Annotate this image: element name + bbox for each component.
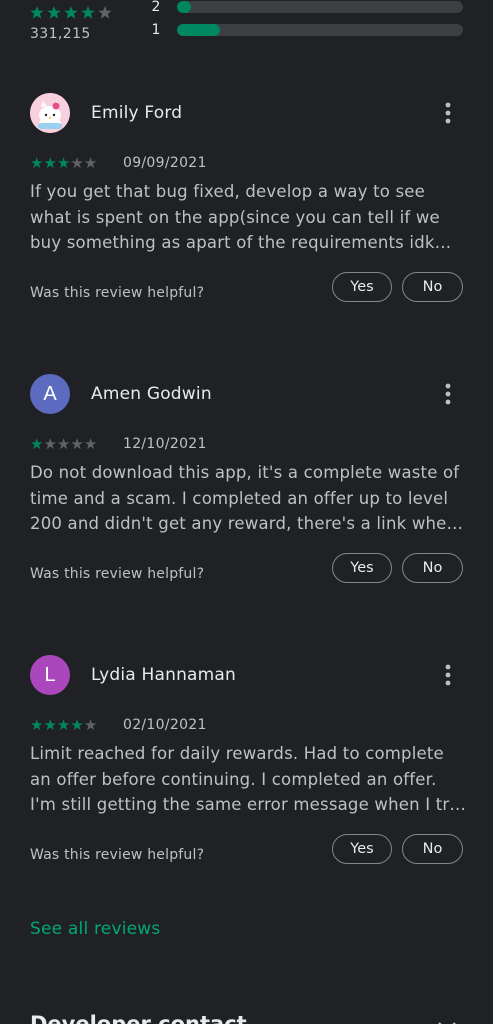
chevron-down-icon	[437, 1018, 457, 1024]
star-filled-icon: ★	[56, 716, 71, 734]
avatar: A	[30, 374, 70, 414]
star-empty-icon: ★	[70, 154, 84, 172]
star-empty-icon: ★	[43, 435, 57, 453]
helpful-prompt: Was this review helpful?	[30, 566, 205, 582]
developer-contact-title: Developer contact	[30, 1012, 247, 1024]
star-filled-icon: ★	[43, 716, 57, 734]
review-date: 12/10/2021	[123, 436, 207, 452]
avatar-letter: L	[44, 663, 56, 686]
review-text[interactable]: Do not download this app, it's a complet…	[30, 460, 467, 537]
developer-contact-section[interactable]: Developer contact	[0, 1000, 493, 1024]
rating-bar-fill	[177, 1, 192, 13]
review-card: A Amen Godwin ★★★★★ 12/10/2021 Do not do…	[0, 374, 493, 624]
rating-bar-2: 2	[150, 0, 465, 15]
rating-bar-label: 2	[151, 0, 161, 15]
helpful-yes-button[interactable]: Yes	[332, 553, 392, 583]
average-rating-stars	[30, 5, 112, 25]
star-empty-icon: ★	[83, 435, 98, 453]
reviewer-name: Emily Ford	[91, 103, 183, 123]
review-card: Emily Ford ★★★★★ 09/09/2021 If you get t…	[0, 93, 493, 343]
star-filled-icon: ★	[30, 154, 44, 172]
rating-bar-1: 1	[150, 22, 465, 38]
rating-bar-track	[177, 24, 463, 36]
star-empty-icon: ★	[83, 154, 98, 172]
rating-bar-label: 1	[151, 22, 161, 38]
star-filled-icon: ★	[30, 716, 44, 734]
review-stars: ★★★★★	[30, 716, 97, 734]
avatar: L	[30, 655, 70, 695]
helpful-yes-button[interactable]: Yes	[332, 834, 392, 864]
review-rating-row: ★★★★★ 02/10/2021	[30, 716, 330, 734]
see-all-reviews-link[interactable]: See all reviews	[30, 919, 160, 939]
rating-stars-icon	[30, 6, 112, 19]
review-rating-row: ★★★★★ 09/09/2021	[30, 154, 330, 172]
helpful-yes-button[interactable]: Yes	[332, 272, 392, 302]
review-stars: ★★★★★	[30, 154, 97, 172]
review-text[interactable]: Limit reached for daily rewards. Had to …	[30, 741, 467, 818]
avatar-image-icon	[30, 93, 70, 133]
helpful-prompt: Was this review helpful?	[30, 285, 205, 301]
review-more-options-button[interactable]	[435, 655, 461, 695]
review-more-options-button[interactable]	[435, 374, 461, 414]
reviewer-name: Lydia Hannaman	[91, 665, 237, 685]
avatar	[30, 93, 70, 133]
review-date: 02/10/2021	[123, 717, 207, 733]
star-empty-icon: ★	[83, 716, 98, 734]
more-vert-icon	[445, 102, 451, 124]
star-empty-icon: ★	[70, 435, 84, 453]
ratings-summary: 331,215 2 1	[0, 0, 493, 50]
star-filled-icon: ★	[70, 716, 84, 734]
more-vert-icon	[445, 383, 451, 405]
review-more-options-button[interactable]	[435, 93, 461, 133]
helpful-prompt: Was this review helpful?	[30, 847, 205, 863]
rating-count: 331,215	[30, 26, 91, 42]
star-filled-icon: ★	[56, 154, 71, 172]
rating-bar-track	[177, 1, 463, 13]
rating-bar-fill	[177, 24, 220, 36]
reviewer-name: Amen Godwin	[91, 384, 212, 404]
review-text[interactable]: If you get that bug fixed, develop a way…	[30, 179, 467, 256]
star-filled-icon: ★	[30, 435, 44, 453]
star-empty-icon: ★	[56, 435, 71, 453]
review-card: L Lydia Hannaman ★★★★★ 02/10/2021 Limit …	[0, 655, 493, 905]
helpful-no-button[interactable]: No	[402, 272, 463, 302]
review-rating-row: ★★★★★ 12/10/2021	[30, 435, 330, 453]
star-filled-icon: ★	[43, 154, 57, 172]
helpful-no-button[interactable]: No	[402, 553, 463, 583]
more-vert-icon	[445, 664, 451, 686]
review-stars: ★★★★★	[30, 435, 97, 453]
review-date: 09/09/2021	[123, 155, 207, 171]
helpful-no-button[interactable]: No	[402, 834, 463, 864]
avatar-letter: A	[43, 382, 57, 405]
